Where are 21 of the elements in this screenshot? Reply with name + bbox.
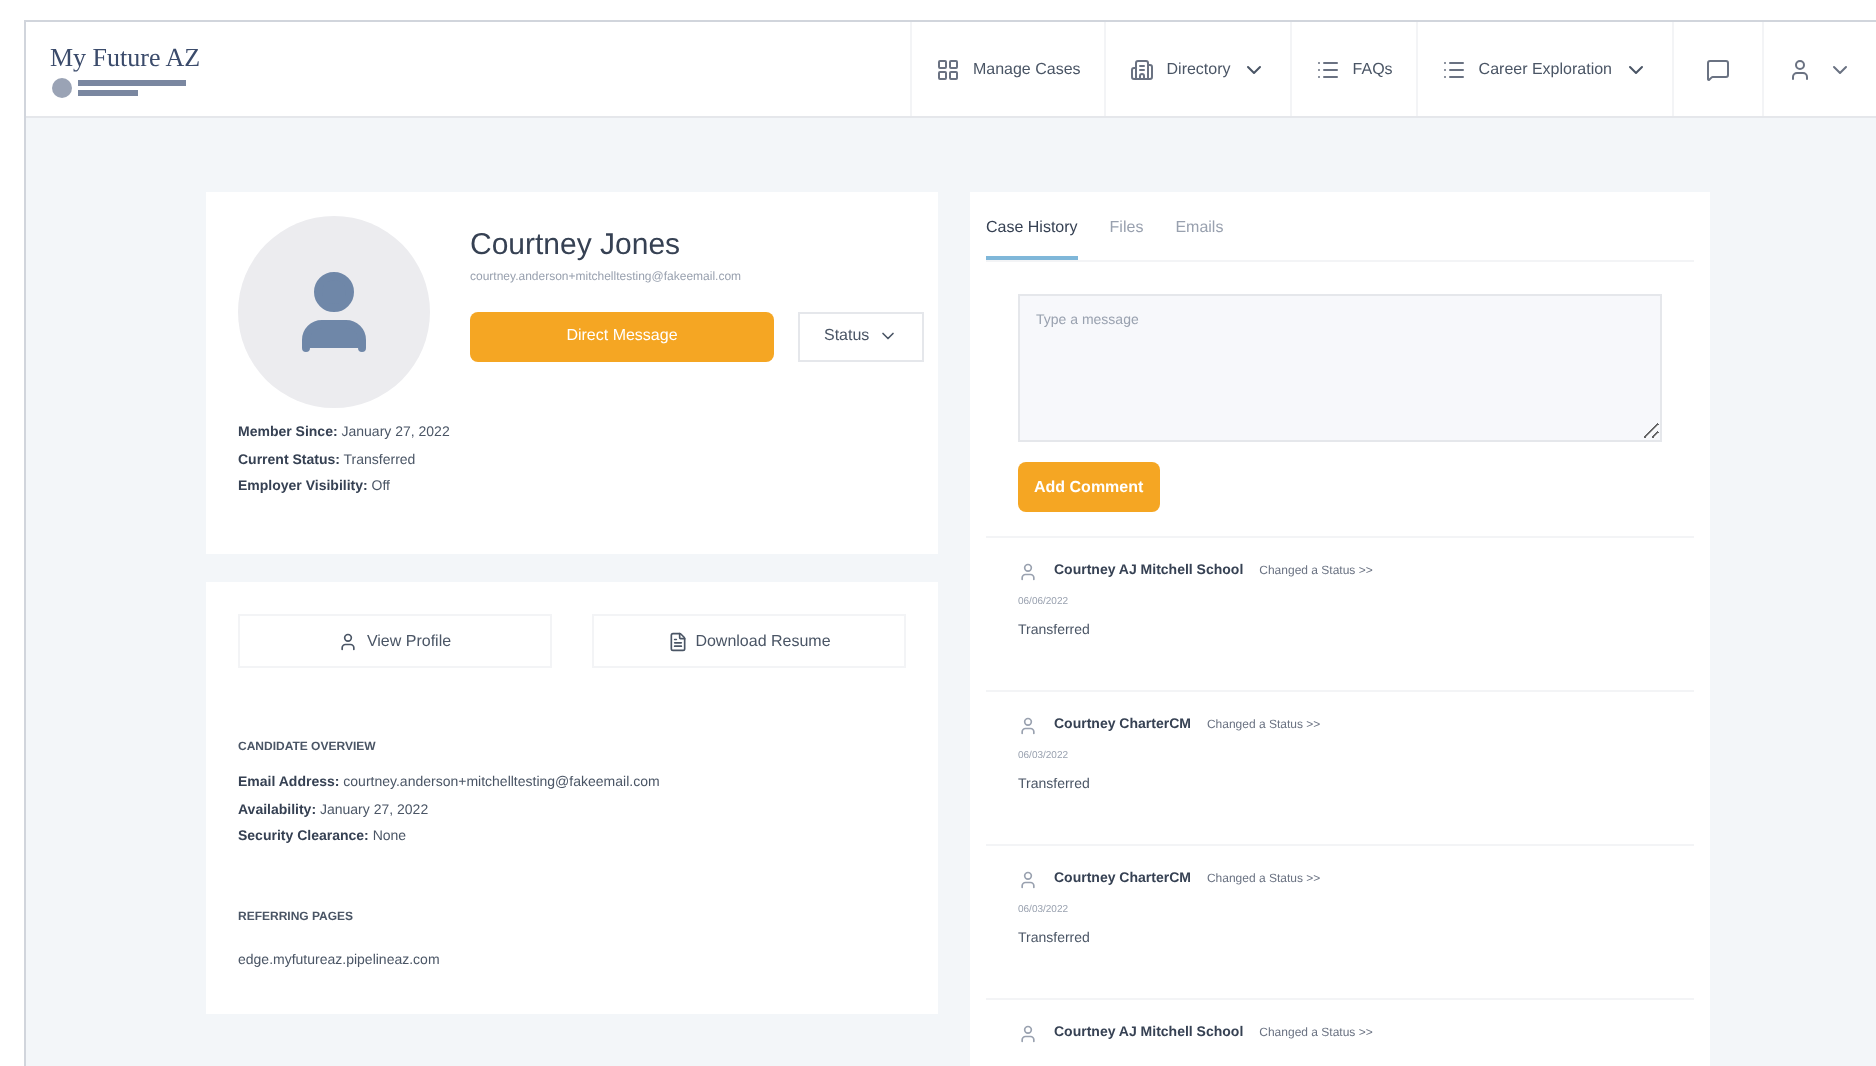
chat-icon — [1706, 57, 1730, 81]
status-dropdown[interactable]: Status — [798, 311, 924, 361]
document-icon — [667, 631, 688, 651]
action-button[interactable]: View Profile — [238, 614, 552, 668]
person-icon — [1018, 562, 1038, 583]
user-icon — [1788, 57, 1812, 81]
nav-menu-item[interactable]: Career Exploration — [1416, 22, 1672, 116]
nav-menu-item[interactable]: Manage Cases — [910, 22, 1105, 116]
nav-menu-item[interactable]: FAQs — [1290, 22, 1417, 116]
nav-menu-item[interactable]: Directory — [1104, 22, 1291, 116]
person-icon — [1018, 870, 1038, 891]
person-icon — [1018, 716, 1038, 737]
grid-icon — [936, 57, 961, 81]
user-icon — [338, 631, 359, 651]
logo-icon — [50, 76, 190, 101]
building-icon — [1130, 57, 1155, 81]
person-icon — [1018, 1024, 1038, 1045]
tab[interactable]: Case History — [986, 216, 1078, 260]
brand-title[interactable]: My Future AZ — [50, 37, 826, 77]
action-button[interactable]: Download Resume — [592, 614, 906, 668]
candidate-name: Courtney Jones — [470, 226, 683, 266]
